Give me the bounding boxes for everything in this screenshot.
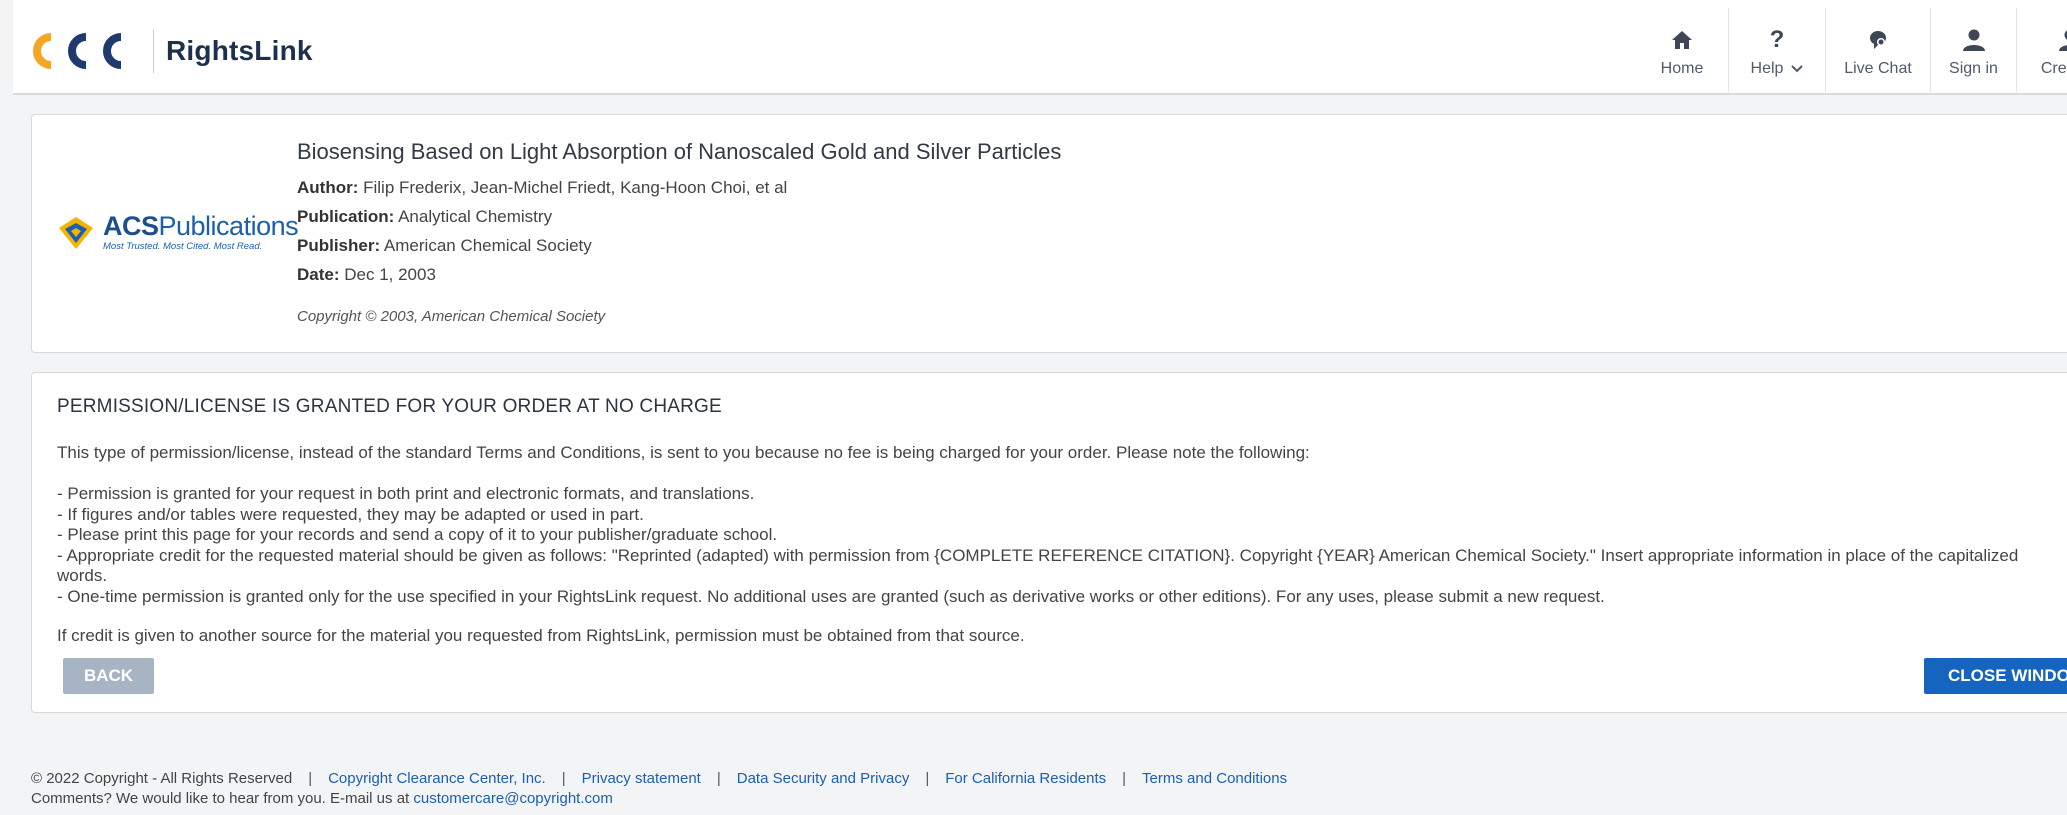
article-info-card: ACSPublications Most Trusted. Most Cited… — [31, 114, 2067, 353]
nav-create-account-label: Create A — [2040, 60, 2067, 77]
acs-logo-text: ACSPublications — [103, 211, 299, 241]
footer-comments: Comments? We would like to hear from you… — [31, 790, 613, 807]
logo-divider — [153, 29, 154, 73]
footer-separator: | — [925, 770, 930, 787]
footer-link-privacy[interactable]: Privacy statement — [582, 770, 701, 787]
nav-create-account[interactable]: Create A — [2017, 8, 2067, 92]
footer-link-ccc[interactable]: Copyright Clearance Center, Inc. — [328, 770, 546, 787]
nav-sign-in-label: Sign in — [1949, 60, 1998, 77]
footer-separator: | — [1122, 770, 1127, 787]
chat-bubble-icon — [1867, 26, 1889, 54]
close-window-button[interactable]: CLOSE WINDOW — [1924, 658, 2067, 694]
terms-line: - Appropriate credit for the requested m… — [57, 545, 2019, 565]
footer-separator: | — [716, 770, 721, 787]
publication-row: Publication: Analytical Chemistry — [297, 207, 553, 226]
terms-line: - If figures and/or tables were requeste… — [57, 504, 644, 524]
back-button[interactable]: BACK — [63, 658, 154, 694]
nav-help-label: Help — [1750, 60, 1784, 77]
top-nav: Home ? Help Live Chat Sign in Cre — [1636, 8, 2067, 92]
publisher-value: American Chemical Society — [383, 236, 592, 255]
nav-home[interactable]: Home — [1636, 8, 1729, 92]
nav-sign-in[interactable]: Sign in — [1931, 8, 2017, 92]
acs-publications-logo: ACSPublications Most Trusted. Most Cited… — [57, 211, 299, 252]
article-title: Biosensing Based on Light Absorption of … — [297, 139, 1062, 164]
terms-line: - One-time permission is granted only fo… — [57, 586, 1605, 606]
add-user-icon — [2059, 26, 2067, 54]
top-header: RightsLink Home ? Help Live Chat Sign in… — [13, 0, 2067, 95]
acs-logo-tagline: Most Trusted. Most Cited. Most Read. — [103, 241, 263, 252]
footer-separator: | — [308, 770, 313, 787]
date-value: Dec 1, 2003 — [344, 265, 436, 284]
ccc-rightslink-logo[interactable]: RightsLink — [31, 29, 313, 73]
nav-live-chat-label: Live Chat — [1844, 60, 1912, 77]
nav-help[interactable]: ? Help — [1729, 8, 1826, 92]
brand-name: RightsLink — [166, 35, 313, 66]
footer-link-california[interactable]: For California Residents — [945, 770, 1106, 787]
permission-heading: PERMISSION/LICENSE IS GRANTED FOR YOUR O… — [57, 396, 722, 417]
home-icon — [1671, 26, 1693, 54]
publisher-row: Publisher: American Chemical Society — [297, 236, 592, 255]
ccc-logo-icon — [33, 33, 122, 69]
permission-card: PERMISSION/LICENSE IS GRANTED FOR YOUR O… — [31, 372, 2067, 713]
terms-line: - Permission is granted for your request… — [57, 484, 755, 503]
credit-note: If credit is given to another source for… — [57, 626, 1025, 645]
footer: © 2022 Copyright - All Rights Reserved |… — [31, 770, 1287, 787]
permission-intro: This type of permission/license, instead… — [57, 443, 1310, 462]
author-value: Filip Frederix, Jean-Michel Friedt, Kang… — [363, 178, 788, 197]
nav-live-chat[interactable]: Live Chat — [1826, 8, 1931, 92]
date-row: Date: Dec 1, 2003 — [297, 265, 436, 284]
terms-line: - Please print this page for your record… — [57, 525, 778, 544]
terms-line: words. — [57, 566, 108, 585]
acs-emblem-icon — [59, 216, 93, 249]
publication-value: Analytical Chemistry — [398, 207, 553, 226]
article-copyright: Copyright © 2003, American Chemical Soci… — [297, 308, 606, 325]
footer-email-link[interactable]: customercare@copyright.com — [413, 790, 612, 807]
footer-copyright: © 2022 Copyright - All Rights Reserved — [31, 770, 293, 787]
nav-home-label: Home — [1660, 60, 1704, 77]
question-icon: ? — [1769, 26, 1785, 53]
author-row: Author: Filip Frederix, Jean-Michel Frie… — [297, 178, 788, 197]
footer-comments-text: Comments? We would like to hear from you… — [31, 790, 410, 807]
footer-link-terms[interactable]: Terms and Conditions — [1142, 770, 1287, 787]
chevron-down-icon — [1791, 65, 1804, 73]
footer-separator: | — [561, 770, 566, 787]
permission-terms-list: - Permission is granted for your request… — [57, 484, 2067, 607]
footer-link-data-security[interactable]: Data Security and Privacy — [737, 770, 910, 787]
user-icon — [1962, 26, 1986, 54]
